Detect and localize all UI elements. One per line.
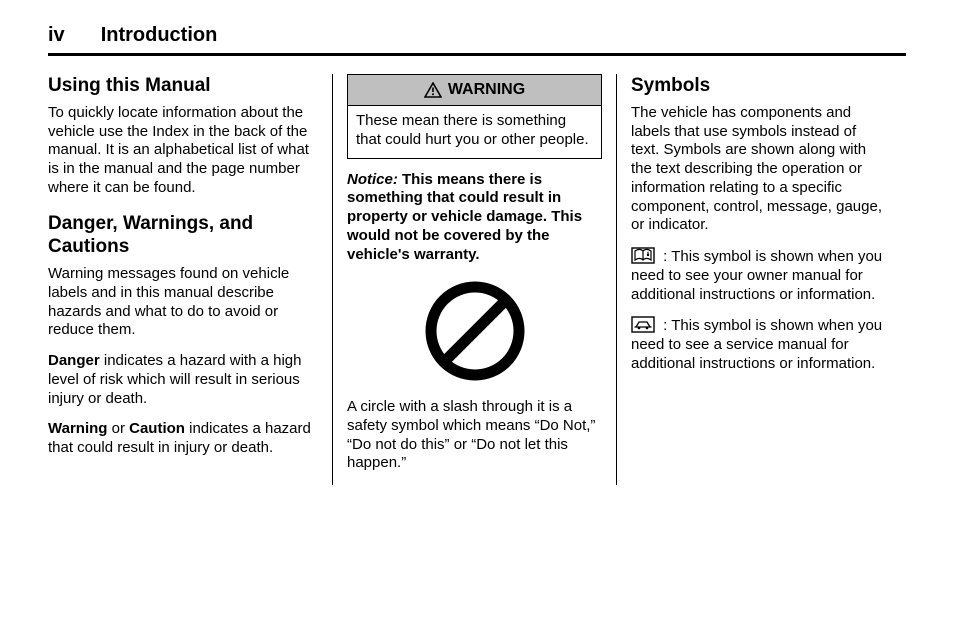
warning-box: WARNING These mean there is something th…	[347, 74, 602, 159]
para-warning-caution-def: Warning or Caution indicates a hazard th…	[48, 420, 318, 458]
para-symbols-intro: The vehicle has components and labels th…	[631, 104, 886, 235]
content-columns: Using this Manual To quickly locate info…	[48, 74, 906, 485]
warning-box-body: These mean there is something that could…	[348, 106, 601, 158]
heading-danger-warnings: Danger, Warnings, and Cautions	[48, 212, 318, 260]
term-caution: Caution	[129, 420, 185, 437]
warning-triangle-icon	[424, 82, 442, 98]
page-number: iv	[48, 24, 65, 47]
para-danger-def: Danger indicates a hazard with a high le…	[48, 352, 318, 408]
term-danger: Danger	[48, 352, 100, 369]
page-title: Introduction	[101, 24, 218, 47]
text-or: or	[107, 420, 129, 437]
symbol-service-manual: : This symbol is shown when you need to …	[631, 316, 886, 373]
heading-using-manual: Using this Manual	[48, 74, 318, 98]
para-warning-intro: Warning messages found on vehicle labels…	[48, 265, 318, 340]
service-manual-icon	[631, 316, 655, 333]
owner-manual-icon	[631, 247, 655, 264]
para-using-manual: To quickly locate information about the …	[48, 104, 318, 198]
prohibit-icon	[420, 276, 530, 386]
symbol-owner-manual: : This symbol is shown when you need to …	[631, 247, 886, 304]
symbol-service-manual-text: : This symbol is shown when you need to …	[631, 317, 882, 372]
column-3: Symbols The vehicle has components and l…	[616, 74, 900, 485]
term-warning: Warning	[48, 420, 107, 437]
column-1: Using this Manual To quickly locate info…	[48, 74, 332, 485]
notice-lead: Notice:	[347, 171, 398, 188]
warning-label: WARNING	[448, 80, 525, 100]
notice-paragraph: Notice: This means there is something th…	[347, 171, 602, 265]
column-2: WARNING These mean there is something th…	[332, 74, 616, 485]
heading-symbols: Symbols	[631, 74, 886, 98]
warning-box-header: WARNING	[348, 75, 601, 106]
page-header: iv Introduction	[48, 24, 906, 56]
prohibit-caption: A circle with a slash through it is a sa…	[347, 398, 602, 473]
symbol-owner-manual-text: : This symbol is shown when you need to …	[631, 248, 882, 303]
prohibit-symbol-wrap	[347, 276, 602, 392]
